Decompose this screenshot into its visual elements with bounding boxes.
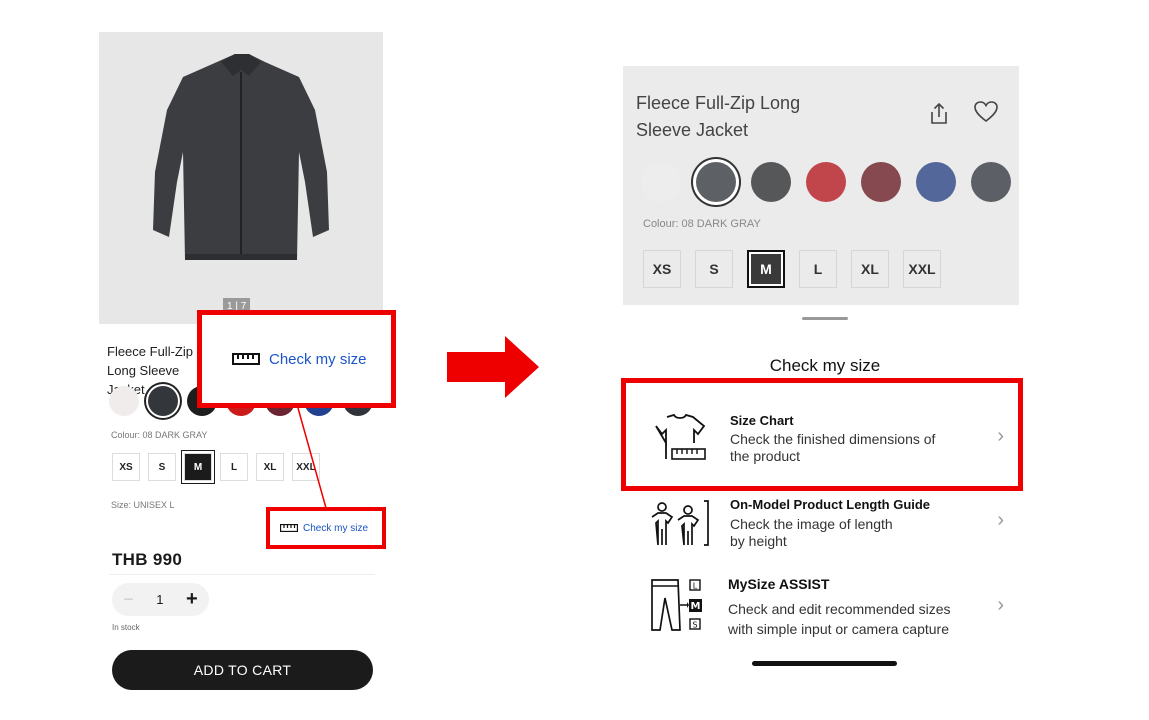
option-desc-line: with simple input or camera capture xyxy=(728,621,949,637)
jacket-image xyxy=(153,54,329,260)
colour-label: Colour: 08 DARK GRAY xyxy=(643,218,761,230)
sheet-title: Check my size xyxy=(769,356,881,375)
colour-label: Colour: 08 DARK GRAY xyxy=(111,430,208,440)
size-selector: XS S M L XL XXL xyxy=(112,453,320,481)
option-desc: Check and edit recommended sizes with si… xyxy=(728,599,951,639)
quantity-stepper: − 1 + xyxy=(112,583,209,616)
quantity-value: 1 xyxy=(156,592,164,607)
mysize-assist-option[interactable]: L M S MySize ASSIST Check and edit recom… xyxy=(640,574,1012,639)
sheet-drag-handle[interactable] xyxy=(802,317,848,320)
add-to-cart-button[interactable]: ADD TO CART xyxy=(112,650,373,690)
size-option-xxl[interactable]: XXL xyxy=(903,250,941,288)
product-title: Fleece Full-Zip Long Sleeve Jacket xyxy=(636,93,801,140)
home-indicator xyxy=(752,661,897,666)
stock-status: In stock xyxy=(112,623,140,632)
size-option-s[interactable]: S xyxy=(695,250,733,288)
size-chart-highlight xyxy=(621,378,1023,491)
color-swatch[interactable] xyxy=(806,162,846,202)
divider xyxy=(109,574,375,575)
pants-size-icon: L M S xyxy=(651,579,702,631)
heart-icon[interactable] xyxy=(973,100,999,124)
size-option-m[interactable]: M xyxy=(747,250,785,288)
size-option-m[interactable]: M xyxy=(184,453,212,481)
plus-button[interactable]: + xyxy=(186,588,198,611)
share-icon[interactable] xyxy=(928,102,950,126)
svg-text:M: M xyxy=(691,601,701,612)
check-size-link-zoom[interactable]: Check my size xyxy=(269,351,367,368)
color-swatch[interactable] xyxy=(148,386,178,416)
model-height-icon xyxy=(651,500,709,546)
size-selector: XS S M L XL XXL xyxy=(643,250,941,288)
color-swatch[interactable] xyxy=(971,162,1011,202)
check-my-size-link[interactable]: Check my size xyxy=(266,507,386,549)
color-swatch[interactable] xyxy=(109,386,139,416)
option-desc-line: Check and edit recommended sizes xyxy=(728,601,951,617)
option-title: On-Model Product Length Guide xyxy=(730,497,931,512)
size-option-xl[interactable]: XL xyxy=(851,250,889,288)
option-desc-line: by height xyxy=(730,533,787,549)
size-label: Size: UNISEX L xyxy=(111,500,175,510)
color-swatches xyxy=(641,162,1011,202)
size-option-l[interactable]: L xyxy=(220,453,248,481)
ruler-icon xyxy=(232,353,260,365)
product-summary-dimmed: Fleece Full-Zip Long Sleeve Jacket Colou… xyxy=(623,66,1019,305)
option-desc-line: Check the image of length xyxy=(730,516,893,532)
minus-button[interactable]: − xyxy=(123,589,134,610)
size-option-s[interactable]: S xyxy=(148,453,176,481)
option-title: MySize ASSIST xyxy=(728,576,830,592)
length-guide-option[interactable]: On-Model Product Length Guide Check the … xyxy=(640,495,1012,555)
color-swatch[interactable] xyxy=(861,162,901,202)
option-desc: Check the image of length by height xyxy=(730,516,893,550)
zoomed-check-size-callout: Check my size xyxy=(197,310,396,408)
price: THB 990 xyxy=(112,550,183,569)
size-option-xxl[interactable]: XXL xyxy=(292,453,320,481)
size-option-xs[interactable]: XS xyxy=(112,453,140,481)
check-my-size-label: Check my size xyxy=(303,522,369,534)
color-swatch[interactable] xyxy=(696,162,736,202)
size-option-xs[interactable]: XS xyxy=(643,250,681,288)
color-swatch[interactable] xyxy=(751,162,791,202)
product-image[interactable]: 1 | 7 xyxy=(99,32,383,324)
chevron-right-icon: › xyxy=(997,594,1004,616)
svg-text:S: S xyxy=(692,621,697,630)
transition-arrow-icon xyxy=(447,336,539,398)
color-swatch[interactable] xyxy=(916,162,956,202)
svg-text:L: L xyxy=(693,582,698,591)
size-option-xl[interactable]: XL xyxy=(256,453,284,481)
size-option-l[interactable]: L xyxy=(799,250,837,288)
ruler-icon xyxy=(280,524,298,532)
chevron-right-icon: › xyxy=(997,509,1004,531)
color-swatch[interactable] xyxy=(641,162,681,202)
